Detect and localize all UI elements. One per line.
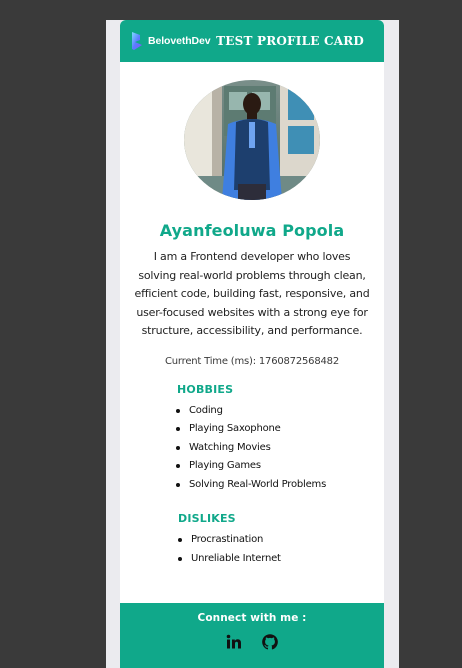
brand-name: BelovethDev: [148, 35, 211, 47]
card-footer: Connect with me :: [120, 603, 384, 668]
brand-logo-icon: [132, 32, 142, 50]
hobby-item: Playing Saxophone: [175, 420, 384, 439]
avatar-container: [120, 80, 384, 200]
card-title: TEST PROFILE CARD: [216, 34, 364, 48]
dislikes-list: Procrastination Unreliable Internet: [177, 531, 384, 568]
hobbies-list: Coding Playing Saxophone Watching Movies…: [175, 402, 384, 495]
profile-bio: I am a Frontend developer who loves solv…: [134, 250, 370, 338]
hobby-item: Solving Real-World Problems: [175, 476, 384, 495]
dislike-item: Procrastination: [177, 531, 384, 550]
github-icon[interactable]: [261, 633, 279, 651]
dislike-item: Unreliable Internet: [177, 550, 384, 569]
card-header: BelovethDev TEST PROFILE CARD: [120, 20, 384, 62]
hobbies-title: HOBBIES: [177, 382, 234, 396]
social-links: [120, 633, 384, 651]
dislikes-title: DISLIKES: [178, 512, 236, 526]
connect-label: Connect with me :: [197, 612, 307, 624]
profile-name: Ayanfeoluwa Popola: [159, 221, 345, 240]
linkedin-icon[interactable]: [225, 633, 243, 651]
hobby-item: Coding: [175, 402, 384, 421]
current-time: Current Time (ms): 1760872568482: [164, 355, 339, 367]
brand-logo[interactable]: BelovethDev: [130, 31, 211, 51]
hobby-item: Watching Movies: [175, 439, 384, 458]
hobby-item: Playing Games: [175, 457, 384, 476]
profile-card: BelovethDev TEST PROFILE CARD Ayanfeoluw…: [120, 20, 384, 668]
avatar: [184, 80, 320, 200]
